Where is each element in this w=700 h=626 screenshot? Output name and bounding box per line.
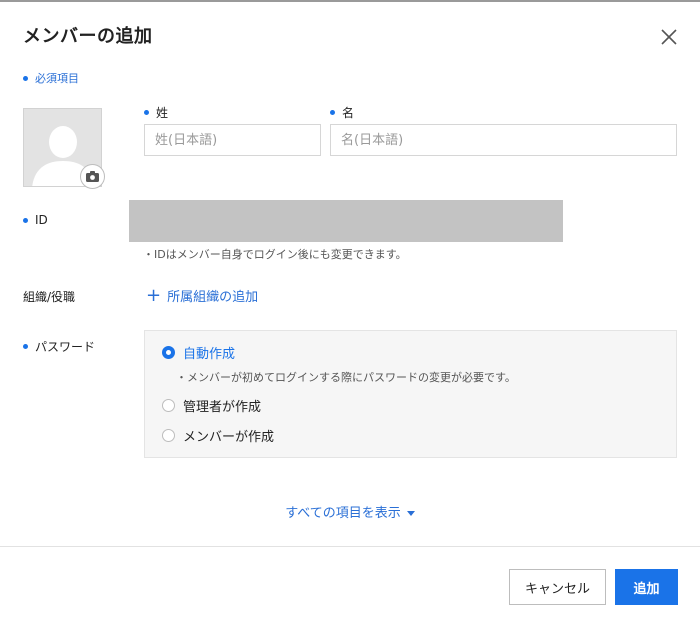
last-name-label: 姓 [144, 104, 168, 121]
add-button[interactable]: 追加 [615, 569, 678, 605]
required-note: 必須項目 [23, 70, 79, 86]
add-org-link[interactable]: + 所属組織の追加 [146, 286, 258, 305]
caret-down-icon [406, 511, 415, 516]
last-name-input[interactable] [144, 124, 321, 156]
show-all-fields-text: すべての項目を表示 [285, 506, 401, 521]
id-label: ID [23, 213, 48, 227]
password-label: パスワード [23, 338, 95, 355]
auto-create-note: ・メンバーが初めてログインする際にパスワードの変更が必要です。 [176, 371, 516, 384]
show-all-fields-link[interactable]: すべての項目を表示 [0, 502, 700, 521]
plus-icon: + [146, 284, 162, 306]
footer-divider [0, 546, 700, 547]
first-name-input[interactable] [330, 124, 677, 156]
add-org-link-text: 所属組織の追加 [167, 290, 259, 305]
radio-button[interactable] [162, 429, 175, 442]
close-icon [661, 29, 677, 45]
required-note-text: 必須項目 [35, 72, 79, 85]
radio-admin-create-label: 管理者が作成 [183, 400, 262, 415]
required-dot [330, 110, 335, 115]
radio-member-create-label: メンバーが作成 [183, 430, 275, 445]
required-dot [23, 344, 28, 349]
radio-admin-create[interactable]: 管理者が作成 [162, 396, 261, 415]
radio-auto-create-label: 自動作成 [183, 347, 236, 362]
change-photo-button[interactable] [80, 164, 105, 189]
required-dot [144, 110, 149, 115]
radio-button[interactable] [162, 399, 175, 412]
password-label-text: パスワード [35, 340, 96, 354]
org-label: 組織/役職 [23, 290, 76, 304]
first-name-label: 名 [330, 104, 354, 121]
required-dot [23, 217, 28, 223]
camera-icon [86, 171, 99, 182]
radio-member-create[interactable]: メンバーが作成 [162, 426, 274, 445]
top-border [0, 0, 700, 2]
radio-button-checked[interactable] [162, 346, 175, 359]
id-note: ・IDはメンバー自身でログイン後にも変更できます。 [143, 248, 407, 261]
id-input-redacted[interactable] [129, 200, 563, 242]
cancel-button[interactable]: キャンセル [509, 569, 606, 605]
radio-auto-create[interactable]: 自動作成 [162, 343, 235, 362]
dialog-title: メンバーの追加 [23, 26, 153, 47]
last-name-label-text: 姓 [156, 106, 169, 120]
close-button[interactable] [658, 26, 680, 48]
required-dot [23, 75, 28, 81]
id-label-text: ID [35, 213, 48, 227]
first-name-label-text: 名 [342, 106, 355, 120]
